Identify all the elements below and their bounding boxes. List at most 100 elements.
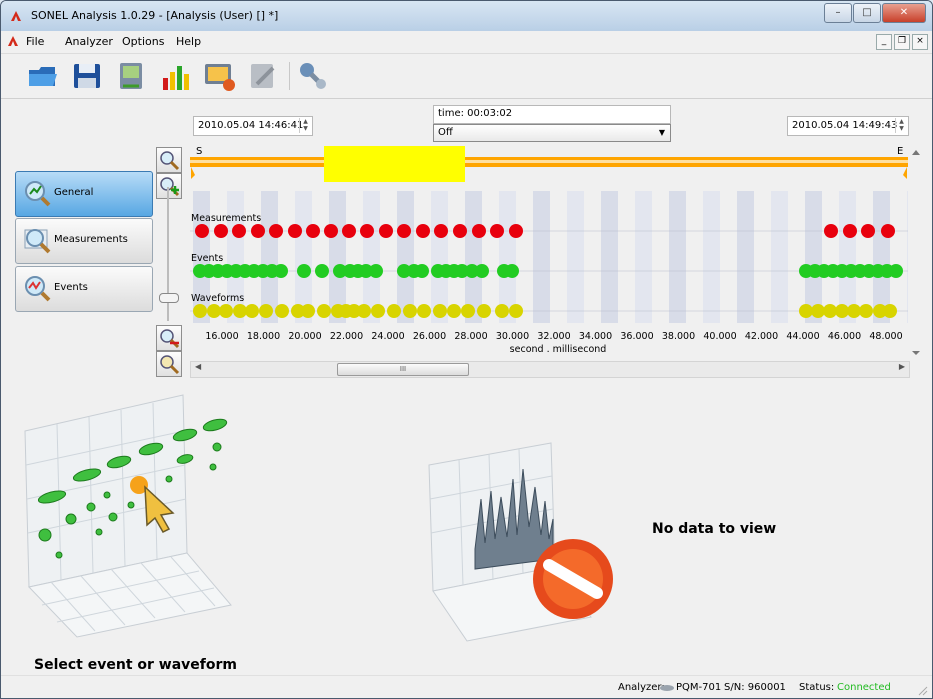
resize-grip-icon[interactable] [916, 684, 928, 696]
event-marker[interactable] [415, 264, 429, 278]
measurement-marker[interactable] [269, 224, 283, 238]
waveform-marker[interactable] [835, 304, 849, 318]
save-disk-icon[interactable] [69, 58, 105, 94]
horizontal-scroll-thumb[interactable]: III [337, 363, 469, 376]
measurement-marker[interactable] [251, 224, 265, 238]
range-end-handle[interactable] [903, 167, 907, 179]
bar-chart-icon[interactable] [157, 58, 193, 94]
measurement-marker[interactable] [360, 224, 374, 238]
mdi-doc-icon[interactable] [7, 35, 19, 47]
menu-options[interactable]: Options [122, 35, 164, 48]
measurement-marker[interactable] [232, 224, 246, 238]
waveform-marker[interactable] [357, 304, 371, 318]
range-start-handle[interactable] [191, 167, 195, 179]
mdi-close-button[interactable]: × [912, 34, 928, 50]
zoom-out-button[interactable] [156, 325, 182, 351]
event-marker[interactable] [505, 264, 519, 278]
waveform-marker[interactable] [823, 304, 837, 318]
waveform-marker[interactable] [509, 304, 523, 318]
waveform-marker[interactable] [417, 304, 431, 318]
minimize-button[interactable]: – [824, 3, 852, 23]
waveform-marker[interactable] [259, 304, 273, 318]
start-datetime-spinner[interactable]: ▲ ▼ [299, 118, 311, 133]
measurement-marker[interactable] [434, 224, 448, 238]
menu-analyzer[interactable]: Analyzer [65, 35, 113, 48]
title-bar[interactable]: SONEL Analysis 1.0.29 - [Analysis (User)… [1, 1, 932, 31]
mdi-restore-button[interactable]: ❐ [894, 34, 910, 50]
zoom-reset-button[interactable] [156, 351, 182, 377]
waveform-marker[interactable] [403, 304, 417, 318]
waveform-marker[interactable] [811, 304, 825, 318]
event-marker[interactable] [297, 264, 311, 278]
measurement-marker[interactable] [306, 224, 320, 238]
selection-window[interactable] [324, 146, 465, 182]
measurement-marker[interactable] [472, 224, 486, 238]
waveform-marker[interactable] [495, 304, 509, 318]
measurement-marker[interactable] [288, 224, 302, 238]
measurement-marker[interactable] [881, 224, 895, 238]
close-button[interactable]: ✕ [882, 3, 926, 23]
waveform-marker[interactable] [371, 304, 385, 318]
measurement-marker[interactable] [342, 224, 356, 238]
waveform-marker[interactable] [193, 304, 207, 318]
menu-file[interactable]: File [26, 35, 44, 48]
event-marker[interactable] [315, 264, 329, 278]
maximize-button[interactable]: □ [853, 3, 881, 23]
waveform-marker[interactable] [477, 304, 491, 318]
measurement-marker[interactable] [379, 224, 393, 238]
measurement-marker[interactable] [843, 224, 857, 238]
waveform-marker[interactable] [275, 304, 289, 318]
waveform-marker[interactable] [461, 304, 475, 318]
waveform-marker[interactable] [847, 304, 861, 318]
measurement-marker[interactable] [453, 224, 467, 238]
connection-icon[interactable] [295, 58, 331, 94]
measurement-marker[interactable] [195, 224, 209, 238]
sidebar-item-measurements[interactable]: Measurements [15, 218, 153, 264]
menu-help[interactable]: Help [176, 35, 201, 48]
scroll-down-arrow-icon[interactable] [912, 351, 920, 355]
measurement-marker[interactable] [509, 224, 523, 238]
waveform-marker[interactable] [883, 304, 897, 318]
mode-select[interactable]: Off ▼ [433, 124, 671, 142]
scroll-right-arrow-icon[interactable]: ▶ [899, 362, 905, 371]
timeline-chart[interactable]: S E Measurements Events Waveforms 16.000… [190, 141, 908, 355]
waveform-marker[interactable] [301, 304, 315, 318]
end-datetime-field[interactable]: 2010.05.04 14:49:43 ▲ ▼ [787, 116, 909, 136]
measurement-marker[interactable] [214, 224, 228, 238]
measurement-marker[interactable] [824, 224, 838, 238]
event-marker[interactable] [889, 264, 903, 278]
event-marker[interactable] [274, 264, 288, 278]
measurement-marker[interactable] [324, 224, 338, 238]
waveform-marker[interactable] [433, 304, 447, 318]
waveform-marker[interactable] [233, 304, 247, 318]
measurement-marker[interactable] [397, 224, 411, 238]
end-datetime-spinner[interactable]: ▲ ▼ [895, 118, 907, 133]
waveform-marker[interactable] [799, 304, 813, 318]
waveform-marker[interactable] [245, 304, 259, 318]
waveform-marker[interactable] [387, 304, 401, 318]
scroll-left-arrow-icon[interactable]: ◀ [195, 362, 201, 371]
waveform-marker[interactable] [447, 304, 461, 318]
analyzer-read-icon[interactable] [113, 58, 149, 94]
zoom-in-button[interactable] [156, 173, 182, 199]
event-marker[interactable] [369, 264, 383, 278]
waveform-marker[interactable] [207, 304, 221, 318]
mdi-minimize-button[interactable]: _ [876, 34, 892, 50]
waveform-marker[interactable] [317, 304, 331, 318]
sidebar-item-general[interactable]: General [15, 171, 153, 217]
start-datetime-field[interactable]: 2010.05.04 14:46:41 ▲ ▼ [193, 116, 313, 136]
sidebar-item-events[interactable]: Events [15, 266, 153, 312]
open-folder-icon[interactable] [25, 58, 61, 94]
vertical-scrollbar[interactable] [909, 141, 923, 355]
measurement-marker[interactable] [490, 224, 504, 238]
scroll-up-arrow-icon[interactable] [912, 150, 920, 155]
measurement-marker[interactable] [861, 224, 875, 238]
waveform-marker[interactable] [859, 304, 873, 318]
zoom-slider-thumb[interactable] [159, 293, 179, 303]
edit-disabled-icon[interactable] [245, 58, 281, 94]
measurement-marker[interactable] [416, 224, 430, 238]
horizontal-scrollbar[interactable]: ◀ III ▶ [190, 361, 910, 378]
report-icon[interactable] [201, 58, 237, 94]
zoom-fit-button[interactable] [156, 147, 182, 173]
waveform-marker[interactable] [219, 304, 233, 318]
